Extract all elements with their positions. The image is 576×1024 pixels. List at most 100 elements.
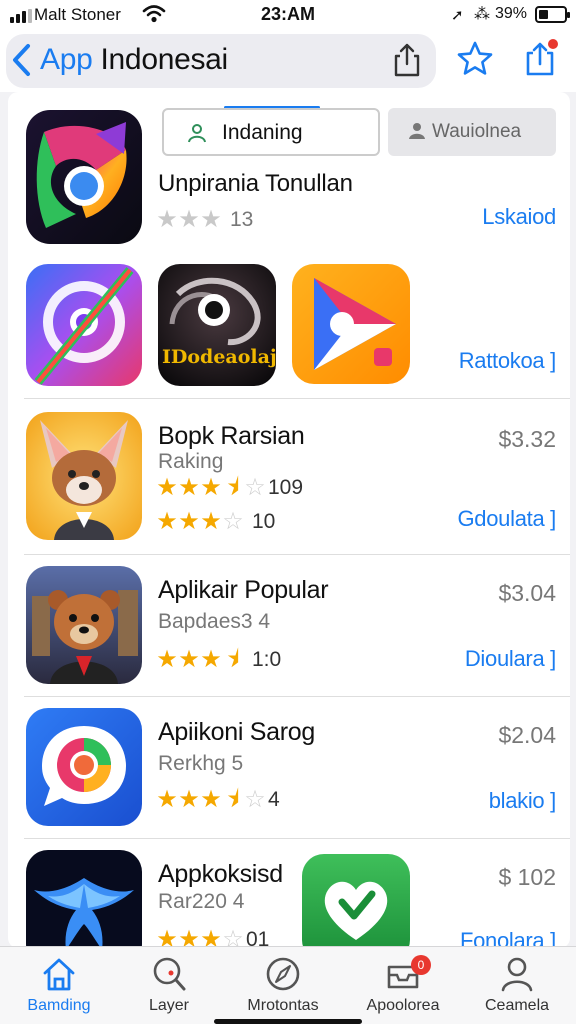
featured-action-link[interactable]: Lskaiod — [482, 204, 556, 230]
app-price: $3.04 — [498, 580, 556, 606]
tab-label: Apoolorea — [366, 997, 440, 1014]
app-rating: ★ ★ ★ ⯨ ☆ 4 — [156, 786, 279, 813]
phoenix-app-icon[interactable] — [26, 850, 142, 948]
person-icon — [501, 957, 533, 992]
tab-bar: Bamding Layer Mrotontas 0 Apoolorea Ceam… — [0, 946, 576, 1024]
home-indicator — [214, 1019, 362, 1024]
app-get-link[interactable]: Fonolara ] — [460, 928, 556, 948]
location-icon: ➚ — [451, 7, 464, 24]
divider — [24, 696, 570, 697]
tab-label: Layer — [148, 997, 190, 1014]
star-empty-icon: ☆ — [222, 508, 244, 535]
segment-indaning[interactable]: Indaning — [162, 108, 380, 156]
star-icon[interactable] — [456, 40, 494, 78]
star-icon: ★ — [178, 786, 200, 813]
person-icon — [188, 124, 206, 143]
star-icon: ★ — [156, 646, 178, 673]
app-price: $2.04 — [498, 722, 556, 748]
tab-layer[interactable]: Layer — [114, 947, 224, 1024]
app-name: Appkoksisd — [158, 860, 283, 888]
star-icon: ★ — [200, 786, 222, 813]
dark-media-app-icon[interactable]: IDodeaolaj — [158, 264, 276, 386]
tab-label: Mrotontas — [247, 997, 319, 1014]
tab-bamding[interactable]: Bamding — [4, 947, 114, 1024]
navigation-bar: App Indonesai — [0, 30, 576, 92]
star-icon: ★ — [156, 474, 178, 501]
page-title: App Indonesai — [40, 43, 228, 77]
divider — [24, 554, 570, 555]
star-icon: ★ — [178, 206, 200, 233]
search-icon — [153, 957, 186, 991]
star-empty-icon: ☆ — [244, 786, 266, 813]
star-half-icon: ⯨ — [226, 786, 240, 813]
app-list-card: Indaning Wauiolnea Unpirania Tonullan ★ … — [8, 92, 570, 948]
app-name: Bopk Rarsian — [158, 422, 305, 450]
app-subtitle: Rar220 4 — [158, 890, 245, 913]
segment-wauiolnea[interactable]: Wauiolnea — [388, 108, 556, 156]
app-name: Aplikair Popular — [158, 576, 329, 604]
divider — [24, 398, 570, 399]
app-subtitle: Bapdaes3 4 — [158, 610, 271, 633]
tab-apoolorea[interactable]: 0 Apoolorea — [348, 947, 458, 1024]
star-icon: ★ — [156, 926, 178, 949]
row-action-link[interactable]: Rattokoa ] — [459, 348, 557, 374]
star-icon: ★ — [200, 474, 222, 501]
featured-rating: ★ ★ ★ 13 — [156, 208, 253, 232]
star-icon: ★ — [178, 646, 200, 673]
page-title-main: Indonesai — [100, 43, 229, 76]
app-get-link[interactable]: blakio ] — [489, 788, 557, 814]
share-icon[interactable] — [390, 42, 424, 78]
app-price: $ 102 — [498, 864, 556, 890]
star-icon: ★ — [200, 646, 222, 673]
app-get-link[interactable]: Dioulara ] — [465, 646, 556, 672]
rating-count: 13 — [230, 208, 254, 231]
rating-count: 01 — [246, 928, 270, 948]
dark-app-badge-text: IDodeaolaj — [162, 346, 276, 368]
featured-app-icon[interactable] — [26, 110, 142, 244]
battery-percent: 39% — [495, 5, 528, 22]
chat-app-icon[interactable] — [26, 708, 142, 826]
app-rating: ★ ★ ★ ☆ 01 — [156, 926, 270, 949]
star-icon: ★ — [200, 926, 222, 949]
star-icon: ★ — [156, 786, 178, 813]
compass-icon — [266, 957, 300, 991]
battery-icon — [535, 6, 570, 23]
segment-label: Indaning — [222, 121, 303, 144]
rating-count: 109 — [268, 476, 304, 499]
page-title-prefix: App — [40, 43, 101, 76]
app-rating-secondary: ★ ★ ★ ☆ 10 — [156, 510, 275, 534]
app-subtitle: Raking — [158, 450, 224, 473]
home-icon — [43, 958, 75, 991]
app-rating: ★ ★ ★ ⯨ 1:0 — [156, 648, 281, 672]
fox-app-icon[interactable] — [26, 412, 142, 540]
play-app-icon[interactable] — [292, 264, 410, 384]
star-icon: ★ — [200, 206, 222, 233]
tab-label: Ceamela — [484, 997, 550, 1014]
browser-app-icon[interactable] — [26, 264, 142, 386]
bear-app-icon[interactable] — [26, 566, 142, 684]
star-empty-icon: ☆ — [222, 926, 244, 949]
star-icon: ★ — [178, 926, 200, 949]
app-price: $3.32 — [498, 426, 556, 452]
star-icon: ★ — [156, 508, 178, 535]
chevron-left-icon[interactable] — [10, 42, 34, 78]
app-subtitle: Rerkhg 5 — [158, 752, 244, 775]
star-icon: ★ — [178, 474, 200, 501]
tab-mrotontas[interactable]: Mrotontas — [228, 947, 338, 1024]
star-empty-icon: ☆ — [244, 474, 266, 501]
bluetooth-icon: ⁂ — [474, 6, 490, 23]
segment-label: Wauiolnea — [432, 121, 522, 142]
app-get-link[interactable]: Gdoulata ] — [457, 506, 556, 532]
tab-ceamela[interactable]: Ceamela — [462, 947, 572, 1024]
rating-count: 10 — [252, 510, 276, 533]
tab-label: Bamding — [27, 997, 91, 1014]
app-name: Apiikoni Sarog — [158, 718, 316, 746]
star-icon: ★ — [200, 508, 222, 535]
star-half-icon: ⯨ — [226, 646, 240, 673]
green-heart-app-icon[interactable] — [302, 854, 410, 948]
upload-icon[interactable] — [520, 38, 560, 78]
notification-badge: 0 — [411, 955, 431, 975]
featured-app-title: Unpirania Tonullan — [158, 170, 353, 197]
star-icon: ★ — [178, 508, 200, 535]
star-half-icon: ⯨ — [226, 474, 240, 501]
